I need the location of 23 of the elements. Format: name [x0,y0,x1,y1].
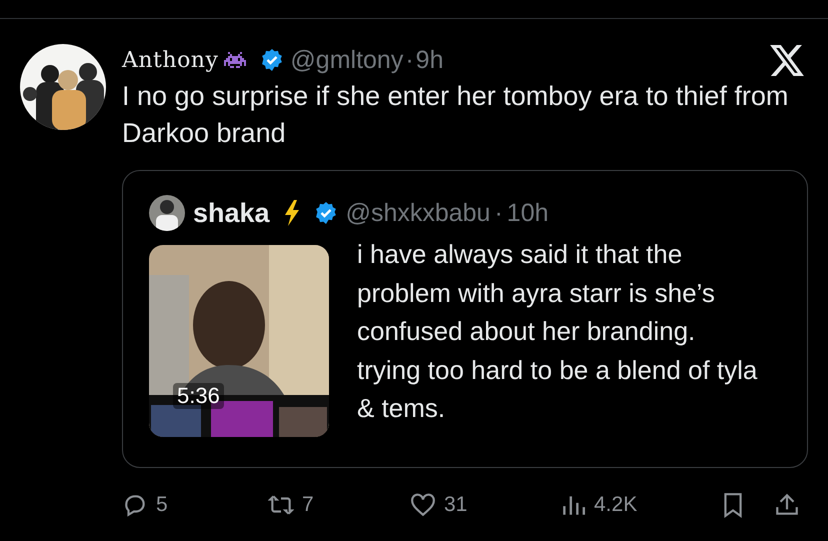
views-button[interactable]: 4.2K [560,492,638,518]
share-button[interactable] [774,492,800,518]
x-logo-icon[interactable] [770,44,804,76]
separator-dot: · [494,198,503,228]
separator-dot: · [405,46,414,74]
repost-button[interactable]: 7 [268,492,314,518]
reply-button[interactable]: 5 [122,492,168,518]
post-text: I no go surprise if she enter her tomboy era to thief from Darkoo brand [122,80,790,150]
post-time[interactable]: 9h [416,46,444,74]
quoted-text: i have always said it that the problem with ayra starr is she’s confused about her branding. trying too hard to be a blend of tyla & tems. [357,238,758,425]
quote-card[interactable]: shaka @shxkxbabu · 10h 5:36 i have always said it that the problem with ayra starr is she’s confused about her branding. trying too hard to be a blend of tyla & tems. [122,170,808,468]
video-duration: 5:36 [173,383,224,409]
author-name[interactable]: shaka [193,198,270,228]
alien-icon [224,52,246,68]
share-icon [774,492,800,518]
author-name[interactable]: Anthony [122,48,218,72]
heart-icon [410,492,436,518]
like-button[interactable]: 31 [410,492,468,518]
lightning-icon [284,200,300,226]
author-handle[interactable]: @shxkxbabu [346,198,490,228]
post-time[interactable]: 10h [506,198,549,228]
author-handle[interactable]: @gmltony [290,46,404,74]
avatar[interactable] [149,195,185,231]
